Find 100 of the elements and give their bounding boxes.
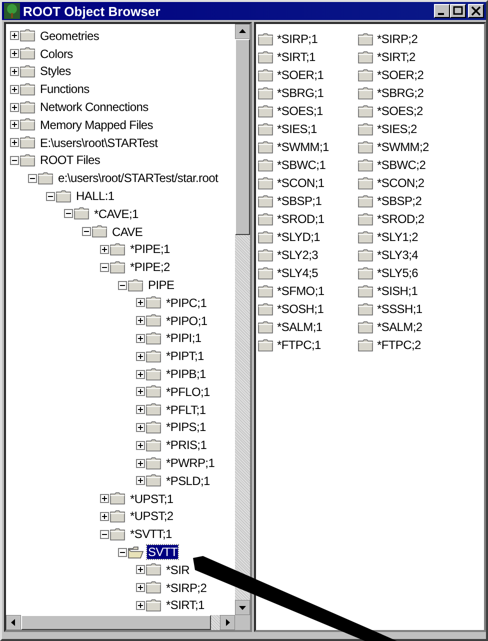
list-item[interactable]: *SBSP;1: [277, 194, 322, 208]
scroll-left-button[interactable]: [6, 615, 21, 630]
list-item[interactable]: *SIES;2: [377, 122, 417, 136]
expand-icon[interactable]: [136, 352, 145, 361]
expand-icon[interactable]: [136, 334, 145, 343]
collapse-icon[interactable]: [118, 280, 127, 290]
collapse-icon[interactable]: [10, 156, 19, 165]
list-item[interactable]: *SOER;2: [377, 68, 424, 82]
list-item[interactable]: *SBSP;2: [377, 194, 422, 208]
tree-item[interactable]: PIPE: [147, 278, 176, 292]
expand-icon[interactable]: [136, 476, 145, 486]
expand-icon[interactable]: [10, 49, 19, 58]
expand-icon[interactable]: [136, 316, 145, 326]
scroll-down-button[interactable]: [235, 600, 250, 615]
expand-icon[interactable]: [136, 370, 145, 379]
tree-item[interactable]: Geometries: [39, 28, 100, 43]
expand-icon[interactable]: [100, 512, 109, 521]
tree-item[interactable]: *PIPI;1: [165, 331, 202, 346]
scroll-up-button[interactable]: [235, 24, 250, 39]
list-item[interactable]: *SIRP;1: [277, 32, 318, 46]
list-item[interactable]: *SOSH;1: [277, 302, 324, 316]
expand-icon[interactable]: [10, 120, 19, 130]
tree-item[interactable]: Memory Mapped Files: [39, 118, 154, 132]
list-item[interactable]: *SALM;2: [377, 320, 422, 334]
tree-item[interactable]: *PWRP;1: [165, 456, 216, 470]
expand-icon[interactable]: [136, 565, 145, 574]
expand-icon[interactable]: [136, 583, 145, 592]
tree-item[interactable]: Colors: [39, 46, 74, 61]
tree-item[interactable]: ROOT Files: [39, 153, 102, 168]
tree-item[interactable]: E:\users\root\STARTest: [39, 136, 159, 150]
tree-item[interactable]: *PIPC;1: [165, 296, 208, 310]
collapse-icon[interactable]: [118, 548, 127, 556]
minimize-button[interactable]: [434, 4, 450, 18]
tree-item[interactable]: *SIRP;2: [165, 580, 208, 595]
tree-item[interactable]: SVTT: [147, 545, 178, 559]
tree-item[interactable]: *PIPO;1: [165, 314, 208, 328]
expand-icon[interactable]: [136, 298, 145, 308]
tree-item[interactable]: e:\users\root/STARTest/star.root: [57, 171, 220, 186]
close-button[interactable]: [468, 4, 484, 18]
tree-item[interactable]: Network Connections: [39, 100, 150, 114]
expand-icon[interactable]: [136, 440, 145, 450]
tree-item[interactable]: *PIPE;2: [129, 260, 171, 274]
expand-icon[interactable]: [136, 458, 145, 468]
list-item[interactable]: *SIRT;2: [377, 50, 416, 64]
tree-item[interactable]: *SVTT;1: [129, 527, 173, 542]
expand-icon[interactable]: [136, 422, 145, 432]
tree-item[interactable]: Functions: [39, 82, 90, 96]
list-item[interactable]: *SLY4;5: [277, 266, 318, 280]
list-item[interactable]: *SOES;2: [377, 104, 423, 118]
list-item[interactable]: *SLY5;6: [377, 266, 418, 280]
collapse-icon[interactable]: [28, 174, 37, 183]
scroll-right-button[interactable]: [220, 615, 235, 630]
tree-item[interactable]: Styles: [39, 64, 72, 78]
horizontal-scrollbar[interactable]: [6, 615, 235, 630]
list-item[interactable]: *SROD;2: [377, 212, 424, 226]
list-item[interactable]: *SCON;2: [377, 176, 424, 190]
tree-item[interactable]: *PIPS;1: [165, 420, 207, 434]
tree-item[interactable]: *PIPT;1: [165, 349, 205, 364]
list-item[interactable]: *SLY1;2: [377, 230, 418, 244]
expand-icon[interactable]: [136, 405, 145, 414]
tree-item[interactable]: CAVE: [111, 224, 144, 239]
list-item[interactable]: *SIES;1: [277, 122, 317, 136]
expand-icon[interactable]: [10, 138, 19, 148]
list-item[interactable]: *SWMM;1: [277, 140, 329, 154]
list-item[interactable]: *SISH;1: [377, 284, 418, 298]
list-item[interactable]: *SBWC;1: [277, 158, 326, 172]
list-item[interactable]: *SROD;1: [277, 212, 324, 226]
list-item[interactable]: *SLYD;1: [277, 230, 320, 244]
list-item[interactable]: *SOES;1: [277, 104, 323, 118]
list-item[interactable]: *FTPC;1: [277, 338, 321, 352]
list-item[interactable]: *SALM;1: [277, 320, 322, 334]
expand-icon[interactable]: [10, 31, 19, 40]
list-item[interactable]: *SIRP;2: [377, 32, 418, 46]
vertical-scrollbar[interactable]: [235, 24, 250, 615]
expand-icon[interactable]: [10, 66, 19, 76]
tree-item[interactable]: *SIR: [165, 562, 190, 577]
collapse-icon[interactable]: [100, 262, 109, 272]
list-item[interactable]: *SLY2;3: [277, 248, 318, 262]
expand-icon[interactable]: [136, 600, 145, 610]
expand-icon[interactable]: [136, 387, 145, 396]
list-item[interactable]: *SBWC;2: [377, 158, 426, 172]
tree-item[interactable]: *SIRT;1: [165, 598, 206, 612]
tree-item[interactable]: *PRIS;1: [165, 438, 208, 452]
list-item[interactable]: *SFMO;1: [277, 284, 324, 298]
collapse-icon[interactable]: [64, 209, 73, 218]
list-item[interactable]: *SSSH;1: [377, 302, 422, 316]
tree-item[interactable]: *PFLT;1: [165, 402, 207, 417]
expand-icon[interactable]: [100, 244, 109, 254]
list-item[interactable]: *FTPC;2: [377, 338, 421, 352]
tree-item[interactable]: *PIPB;1: [165, 367, 207, 382]
collapse-icon[interactable]: [46, 192, 55, 201]
collapse-icon[interactable]: [100, 530, 109, 539]
tree-item[interactable]: *UPST;1: [129, 492, 174, 506]
tree-item[interactable]: *PFLO;1: [165, 384, 211, 399]
tree-item[interactable]: HALL:1: [75, 189, 116, 204]
tree-item[interactable]: *CAVE;1: [93, 206, 140, 221]
tree-item[interactable]: *UPST;2: [129, 509, 174, 524]
maximize-button[interactable]: [450, 4, 466, 18]
list-item[interactable]: *SIRT;1: [277, 50, 316, 64]
list-item[interactable]: *SBRG;2: [377, 86, 424, 100]
